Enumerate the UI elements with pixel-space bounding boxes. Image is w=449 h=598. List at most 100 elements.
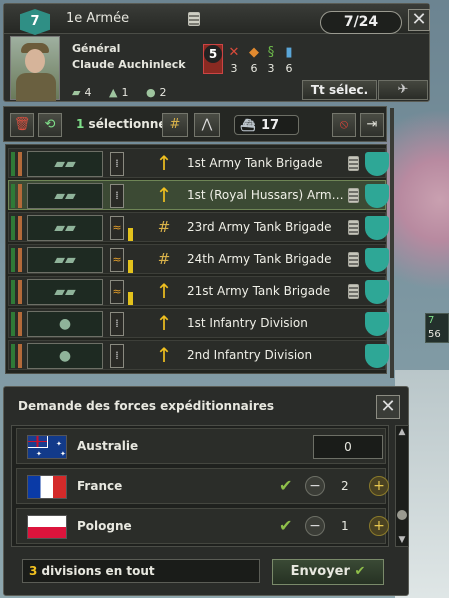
arrow-up-icon: ↑ [155,311,173,335]
experience-bar [128,260,133,273]
tank-icon: ▰▰ [27,151,103,177]
arrow-up-icon: ↑ [155,151,173,175]
scroll-down-icon[interactable]: ▼ [396,534,408,546]
logistics-value: 6 [285,62,293,75]
chevron-rank-icon: ≈ [110,248,124,272]
country-list: ✦ ✦ ✦ Australie 0 France ✔ − 2 + Pologne… [11,425,389,547]
rank-icon: ⁞ [110,344,124,368]
map-unit-counter[interactable]: 7 56 [425,313,449,343]
planning-stat: § 3 [264,45,278,76]
poland-flag-icon [27,515,67,539]
country-name: France [77,479,123,493]
skill-value: 5 [204,45,222,63]
tank-count: 4 [84,86,92,99]
division-shield-icon [365,280,389,304]
division-shield-icon [365,312,389,336]
naval-count-value: 17 [261,118,280,133]
country-row-poland: Pologne ✔ − 1 + [16,508,389,544]
total-label: divisions en tout [41,564,155,578]
airplane-button[interactable]: ✈ [378,80,428,100]
division-row-selected[interactable]: ▰▰ ⁞ ↑ 1st (Royal Hussars) Arm… [8,180,389,210]
send-button[interactable]: Envoyer ✔ [272,559,384,585]
country-quantity: 2 [341,479,349,493]
ship-icon: ⛴ [240,118,256,132]
general-rank: Général [72,42,121,55]
close-icon[interactable]: ✕ [408,9,430,31]
supply-icon [188,12,200,26]
division-row[interactable]: ▰▰ ≈ # 23rd Army Tank Brigade [8,212,389,242]
supply-icon [348,188,359,203]
attack-icon: ✕ [228,45,240,60]
tank-icon: ▰▰ [27,247,103,273]
exit-icon[interactable]: ⇥ [360,113,384,137]
division-row[interactable]: ▰▰ ≈ ↑ 21st Army Tank Brigade [8,276,389,306]
decrease-button[interactable]: − [305,476,325,496]
country-row-france: France ✔ − 2 + [16,468,389,504]
general-name[interactable]: Claude Auchinleck [72,58,186,71]
delete-icon[interactable]: 🗑 [10,113,34,137]
experience-bar [128,228,133,241]
division-row[interactable]: ● ⁞ ↑ 2nd Infantry Division [8,340,389,370]
list-scrollbar[interactable] [390,108,394,378]
country-name: Pologne [77,519,132,533]
division-row[interactable]: ▰▰ ⁞ ↑ 1st Army Tank Brigade [8,148,389,178]
selected-count: 1 [76,117,85,131]
australia-flag-icon: ✦ ✦ ✦ [27,435,67,459]
division-row[interactable]: ● ⁞ ↑ 1st Infantry Division [8,308,389,338]
supply-icon [348,252,359,267]
skill-badge: 5 [203,44,223,74]
naval-transport-count[interactable]: ⛴ 17 [234,115,299,135]
mountain-count: 1 [121,86,129,99]
division-name: 21st Army Tank Brigade [187,284,331,298]
attack-value: 3 [230,62,238,75]
logistics-stat: ▮ 6 [282,45,296,76]
send-label: Envoyer [290,564,350,579]
supply-icon [348,220,359,235]
map-counter-bottom: 56 [428,329,441,340]
division-shield-icon [365,216,389,240]
merge-icon[interactable]: ⟲ [38,113,62,137]
rail-icon[interactable]: # [162,113,188,137]
unit-type-counts: ▰ 4 ▲ 1 ● 2 [72,86,171,99]
check-icon: ✔ [279,476,293,495]
arrow-up-icon: ↑ [155,343,173,367]
mountain-type-icon: ▲ [108,86,118,99]
division-name: 23rd Army Tank Brigade [187,220,332,234]
rank-icon: ⁞ [110,312,124,336]
division-toolbar: 🗑 ⟲ 1 sélectionné # ⋀ ⛴ 17 ⦸ ⇥ [3,106,387,142]
division-list: ▰▰ ⁞ ↑ 1st Army Tank Brigade ▰▰ ⁞ ↑ 1st … [5,144,389,374]
france-flag-icon [27,475,67,499]
expeditionary-panel: Demande des forces expéditionnaires ✕ ✦ … [3,386,409,596]
rail-icon: # [157,250,171,268]
rank-icon: ⁞ [110,152,124,176]
selected-text: sélectionné [88,117,167,131]
defense-stat: ◆ 6 [247,46,261,76]
country-list-scrollbar[interactable]: ▲ ▼ [395,425,409,547]
army-name[interactable]: 1e Armée [66,11,129,26]
increase-button[interactable]: + [369,516,389,536]
logistics-icon: ▮ [285,45,293,60]
general-portrait[interactable] [10,36,60,101]
scroll-thumb[interactable] [397,510,407,520]
select-all-button[interactable]: Tt sélec. [302,80,377,100]
planning-icon: § [267,45,275,60]
country-row-australia: ✦ ✦ ✦ Australie 0 [16,428,386,464]
tank-icon: ▰▰ [27,215,103,241]
tank-icon: ▰▰ [27,183,103,209]
expeditionary-title: Demande des forces expéditionnaires [18,399,275,413]
country-quantity: 0 [313,435,383,459]
chevron-rank-icon: ≈ [110,216,124,240]
increase-button[interactable]: + [369,476,389,496]
division-name: 1st Infantry Division [187,316,308,330]
arrow-up-icon: ↑ [155,279,173,303]
infantry-count: 2 [159,86,167,99]
division-name: 1st Army Tank Brigade [187,156,323,170]
decrease-button[interactable]: − [305,516,325,536]
close-icon[interactable]: ✕ [376,395,400,419]
cancel-order-icon[interactable]: ⦸ [332,113,356,137]
scroll-up-icon[interactable]: ▲ [396,426,408,438]
country-quantity: 1 [341,519,349,533]
division-shield-icon [365,184,389,208]
parachute-icon[interactable]: ⋀ [194,113,220,137]
division-row[interactable]: ▰▰ ≈ # 24th Army Tank Brigade [8,244,389,274]
